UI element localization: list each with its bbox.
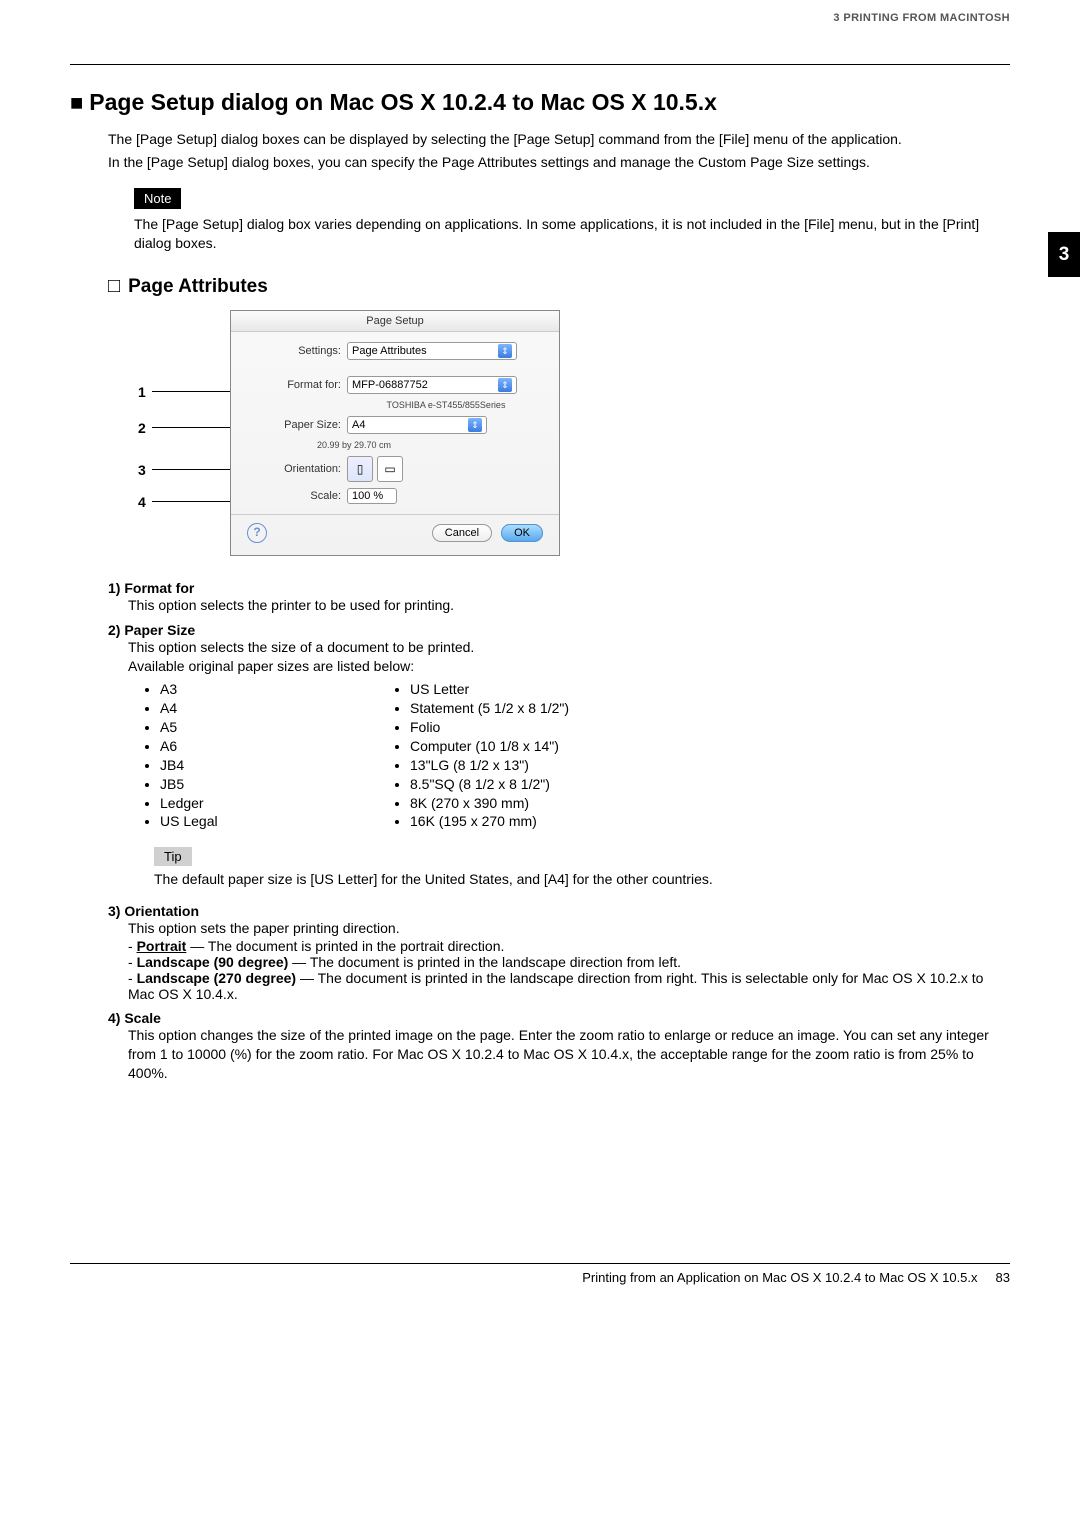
paper-size-item: A3 [160, 680, 390, 699]
page-footer: Printing from an Application on Mac OS X… [70, 1263, 1010, 1285]
item-2-desc1: This option selects the size of a docume… [128, 638, 1010, 657]
orientation-sublist: Portrait — The document is printed in th… [128, 938, 1010, 1002]
paper-size-item: Computer (10 1/8 x 14") [410, 737, 640, 756]
paper-size-label: Paper Size: [245, 419, 347, 431]
format-for-select[interactable]: MFP-06887752⇕ [347, 376, 517, 394]
paper-size-item: A6 [160, 737, 390, 756]
note-badge: Note [134, 188, 181, 209]
scale-input[interactable]: 100 % [347, 488, 397, 504]
callout-4: 4 [138, 494, 146, 510]
item-3-head: 3) Orientation [108, 903, 1010, 919]
cancel-button[interactable]: Cancel [432, 524, 492, 542]
chapter-tab: 3 [1048, 232, 1080, 277]
callout-1: 1 [138, 384, 146, 400]
callout-3: 3 [138, 462, 146, 478]
help-icon[interactable]: ? [247, 523, 267, 543]
item-4-desc: This option changes the size of the prin… [128, 1026, 1010, 1083]
intro-paragraph-1: The [Page Setup] dialog boxes can be dis… [108, 130, 1010, 149]
header-rule [70, 64, 1010, 65]
paper-sizes-list: A3A4A5A6JB4JB5LedgerUS Legal US LetterSt… [140, 676, 1010, 835]
item-4-head: 4) Scale [108, 1010, 1010, 1026]
settings-label: Settings: [245, 345, 347, 357]
item-2-desc2: Available original paper sizes are liste… [128, 657, 1010, 676]
section-heading-page-attributes: Page Attributes [108, 275, 1010, 298]
dialog-title: Page Setup [231, 311, 559, 332]
tip-badge: Tip [154, 847, 192, 866]
orientation-label: Orientation: [245, 463, 347, 475]
portrait-button[interactable]: ▯ [347, 456, 373, 482]
paper-size-item: 8.5"SQ (8 1/2 x 8 1/2") [410, 775, 640, 794]
portrait-icon: ▯ [357, 462, 364, 476]
intro-paragraph-2: In the [Page Setup] dialog boxes, you ca… [108, 153, 1010, 172]
page-heading: Page Setup dialog on Mac OS X 10.2.4 to … [70, 89, 1010, 116]
printer-model-text: TOSHIBA e-ST455/855Series [347, 400, 545, 410]
chevron-updown-icon: ⇕ [468, 418, 482, 432]
paper-size-select[interactable]: A4⇕ [347, 416, 487, 434]
scale-label: Scale: [245, 490, 347, 502]
paper-size-item: Ledger [160, 794, 390, 813]
running-header: 3 PRINTING FROM MACINTOSH [70, 12, 1010, 64]
paper-size-item: 13"LG (8 1/2 x 13") [410, 756, 640, 775]
callout-2: 2 [138, 420, 146, 436]
paper-size-item: JB4 [160, 756, 390, 775]
format-for-label: Format for: [245, 379, 347, 391]
paper-size-item: JB5 [160, 775, 390, 794]
tip-text: The default paper size is [US Letter] fo… [154, 870, 1010, 889]
paper-size-item: US Legal [160, 812, 390, 831]
ok-button[interactable]: OK [501, 524, 543, 542]
item-1-desc: This option selects the printer to be us… [128, 596, 1010, 615]
note-text: The [Page Setup] dialog box varies depen… [134, 215, 1010, 253]
item-3-desc: This option sets the paper printing dire… [128, 919, 1010, 938]
paper-size-item: A4 [160, 699, 390, 718]
paper-size-item: Folio [410, 718, 640, 737]
page-setup-dialog: Page Setup Settings: Page Attributes⇕ Fo… [230, 310, 560, 556]
chevron-updown-icon: ⇕ [498, 344, 512, 358]
paper-size-item: A5 [160, 718, 390, 737]
paper-size-item: US Letter [410, 680, 640, 699]
paper-size-item: 8K (270 x 390 mm) [410, 794, 640, 813]
settings-select[interactable]: Page Attributes⇕ [347, 342, 517, 360]
landscape-button[interactable]: ▭ [377, 456, 403, 482]
chevron-updown-icon: ⇕ [498, 378, 512, 392]
paper-size-item: Statement (5 1/2 x 8 1/2") [410, 699, 640, 718]
paper-dimensions-text: 20.99 by 29.70 cm [317, 440, 545, 450]
landscape-icon: ▭ [384, 462, 395, 476]
item-1-head: 1) Format for [108, 580, 1010, 596]
paper-size-item: 16K (195 x 270 mm) [410, 812, 640, 831]
item-2-head: 2) Paper Size [108, 622, 1010, 638]
